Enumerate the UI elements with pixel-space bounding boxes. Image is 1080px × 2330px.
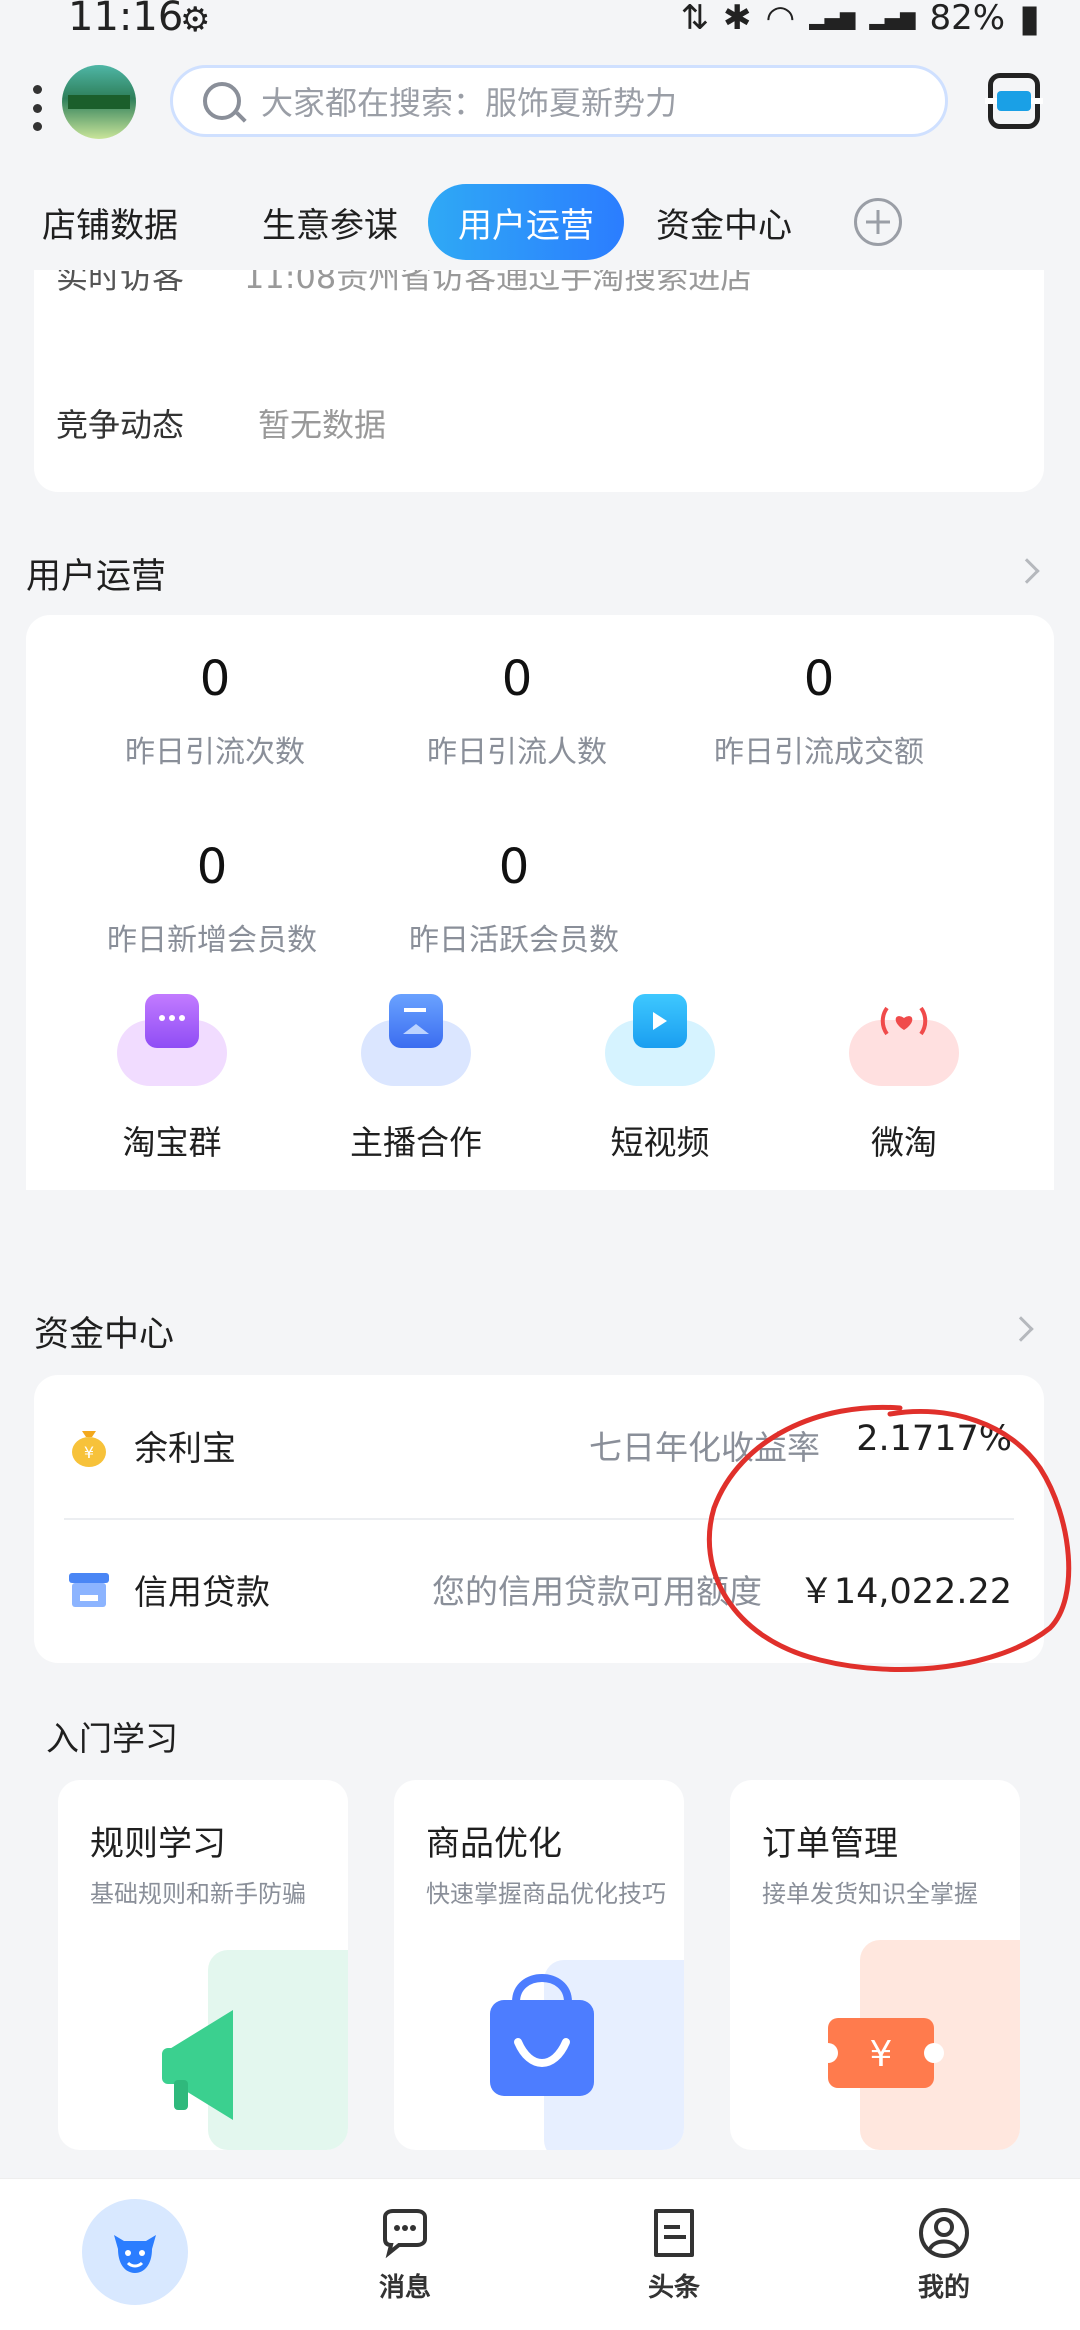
nav-label: 我的 [917, 2273, 970, 2303]
metric-value: 0 [196, 839, 228, 895]
finance-title: 资金中心 [34, 1315, 175, 1355]
add-tab-icon[interactable] [854, 198, 902, 246]
store-icon [69, 1573, 109, 1607]
search-placeholder: 大家都在搜索：服饰夏新势力 [261, 84, 678, 122]
metric-traffic-gmv[interactable]: 0 昨日引流成交额 [669, 651, 969, 771]
finance-row-desc: 您的信用贷款可用额度 [432, 1572, 762, 1611]
nav-headlines[interactable]: 头条 [614, 2205, 734, 2304]
learn-card-orders[interactable]: 订单管理 接单发货知识全掌握 ¥ [730, 1780, 1020, 2150]
more-menu-icon[interactable] [30, 85, 44, 131]
competition-label: 竞争动态 [56, 406, 185, 444]
metric-traffic-users[interactable]: 0 昨日引流人数 [367, 651, 667, 771]
nav-label: 头条 [647, 2273, 700, 2303]
data-transfer-icon: ⇅ [680, 0, 710, 38]
learn-card-sub: 基础规则和新手防骗 [90, 1880, 306, 1908]
bluetooth-icon: ✱ [723, 0, 752, 38]
battery-level: 82% [929, 0, 1006, 38]
wifi-icon: ◠ [765, 0, 796, 38]
user-profile-icon [919, 2208, 969, 2258]
metric-value: 0 [501, 651, 533, 707]
learning-title: 入门学习 [46, 1719, 178, 1758]
anchor-cooperation-icon [361, 994, 471, 1086]
tab-shop-data[interactable]: 店铺数据 [30, 184, 190, 260]
user-ops-chevron-icon[interactable] [1014, 558, 1040, 584]
shortcut-weitao[interactable]: 微淘 [804, 1006, 1004, 1164]
megaphone-icon [162, 1950, 348, 2150]
metric-value: 0 [498, 839, 530, 895]
signal-icon: ▂▄▆ [809, 6, 856, 30]
scan-icon[interactable] [985, 73, 1043, 129]
metric-traffic-count[interactable]: 0 昨日引流次数 [65, 651, 365, 771]
nav-label: 消息 [378, 2273, 431, 2303]
tab-user-operations[interactable]: 用户运营 [428, 184, 624, 260]
finance-row-value: ￥14,022.22 [798, 1572, 1012, 1612]
realtime-visitor-label: 实时访客 [56, 270, 185, 296]
category-tabs: 店铺数据 生意参谋 用户运营 资金中心 [0, 180, 1080, 280]
shortcut-short-video[interactable]: 短视频 [560, 994, 760, 1164]
signal-icon-2: ▂▄▆ [869, 6, 916, 30]
search-input[interactable]: 大家都在搜索：服饰夏新势力 [170, 65, 948, 137]
status-time: 11:16 [68, 0, 184, 40]
shop-avatar[interactable] [62, 65, 136, 139]
metric-active-members[interactable]: 0 昨日活跃会员数 [364, 839, 664, 959]
search-icon [203, 82, 241, 120]
chat-group-icon [117, 994, 227, 1086]
shortcut-label: 短视频 [610, 1123, 710, 1162]
user-ops-card: 0 昨日引流次数 0 昨日引流人数 0 昨日引流成交额 0 昨日新增会员数 0 … [26, 615, 1054, 1190]
video-camera-icon [605, 994, 715, 1086]
shortcut-label: 淘宝群 [122, 1123, 222, 1162]
tab-finance-center[interactable]: 资金中心 [644, 184, 804, 260]
shortcut-taobao-group[interactable]: 淘宝群 [72, 994, 272, 1164]
finance-card: ¥ 余利宝 七日年化收益率 2.1717% 信用贷款 您的信用贷款可用额度 ￥1… [34, 1375, 1044, 1663]
finance-row-title: 余利宝 [134, 1429, 236, 1469]
learn-card-rules[interactable]: 规则学习 基础规则和新手防骗 [58, 1780, 348, 2150]
metric-value: 0 [199, 651, 231, 707]
nav-messages[interactable]: 消息 [345, 2205, 465, 2304]
learn-card-title: 规则学习 [90, 1824, 226, 1864]
metric-label: 昨日活跃会员数 [409, 923, 619, 958]
competition-value: 暂无数据 [258, 406, 387, 444]
finance-row-title: 信用贷款 [134, 1573, 270, 1613]
metric-label: 昨日引流成交额 [714, 735, 924, 770]
metric-new-members[interactable]: 0 昨日新增会员数 [62, 839, 362, 959]
money-bag-icon: ¥ [72, 1431, 106, 1467]
notification-icon: ⚙ [180, 0, 211, 40]
news-icon [654, 2209, 694, 2257]
finance-row-yulibao[interactable]: ¥ 余利宝 七日年化收益率 2.1717% [34, 1375, 1044, 1519]
realtime-visitor-value: 11:08贵州省访客通过手淘搜索进店 [244, 270, 753, 296]
shortcut-label: 微淘 [871, 1123, 937, 1162]
header: 大家都在搜索：服饰夏新势力 [0, 45, 1080, 165]
learn-card-sub: 接单发货知识全掌握 [762, 1880, 978, 1908]
broadcast-heart-icon [849, 1006, 959, 1086]
finance-row-credit-loan[interactable]: 信用贷款 您的信用贷款可用额度 ￥14,022.22 [34, 1519, 1044, 1663]
nav-home[interactable] [82, 2199, 188, 2305]
metric-label: 昨日引流次数 [125, 735, 305, 770]
learn-card-title: 商品优化 [426, 1824, 562, 1864]
bottom-nav: 消息 头条 我的 [0, 2178, 1080, 2330]
svg-text:¥: ¥ [870, 2034, 893, 2075]
user-ops-title: 用户运营 [26, 557, 167, 597]
learn-card-product[interactable]: 商品优化 快速掌握商品优化技巧 [394, 1780, 684, 2150]
finance-row-value: 2.1717% [856, 1419, 1012, 1459]
shortcut-anchor-cooperation[interactable]: 主播合作 [316, 994, 516, 1164]
finance-row-desc: 七日年化收益率 [589, 1428, 820, 1467]
learn-card-title: 订单管理 [762, 1824, 898, 1864]
metric-label: 昨日新增会员数 [107, 923, 317, 958]
cow-head-icon [114, 2235, 156, 2273]
svg-text:¥: ¥ [84, 1443, 94, 1462]
finance-chevron-icon[interactable] [1008, 1316, 1034, 1342]
shortcut-label: 主播合作 [350, 1123, 482, 1162]
status-indicators: ⇅ ✱ ◠ ▂▄▆ ▂▄▆ 82% ▮ [681, 0, 1040, 40]
battery-icon: ▮ [1019, 0, 1040, 40]
coupon-icon: ¥ [818, 1940, 1020, 2150]
shop-data-card: 实时访客 11:08贵州省访客通过手淘搜索进店 竞争动态 暂无数据 [34, 270, 1044, 492]
metric-label: 昨日引流人数 [427, 735, 607, 770]
nav-profile[interactable]: 我的 [884, 2205, 1004, 2304]
chat-bubble-icon [383, 2209, 427, 2259]
status-bar: 11:16 ⚙ ⇅ ✱ ◠ ▂▄▆ ▂▄▆ 82% ▮ [0, 0, 1080, 45]
metric-value: 0 [803, 651, 835, 707]
learn-card-sub: 快速掌握商品优化技巧 [426, 1880, 666, 1908]
shopping-bag-icon [490, 1960, 684, 2150]
tab-business-advisor[interactable]: 生意参谋 [250, 184, 410, 260]
